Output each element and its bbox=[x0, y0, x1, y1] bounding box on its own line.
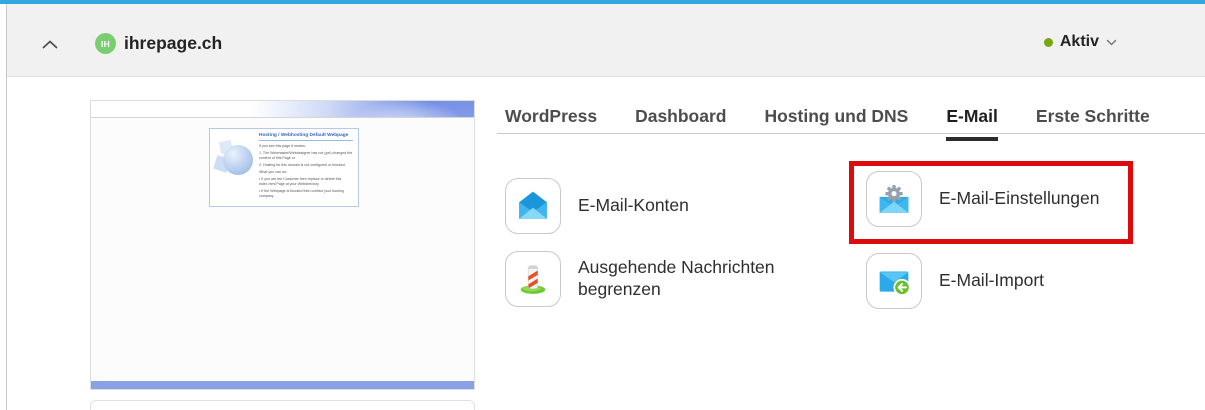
default-webpage-title: Hosting / Webhosting Default Webpage bbox=[259, 133, 353, 141]
collapse-button[interactable] bbox=[37, 31, 63, 57]
tab-hosting-und-dns[interactable]: Hosting und DNS bbox=[764, 106, 908, 133]
action-email-einstellungen[interactable]: E-Mail-Einstellungen bbox=[866, 171, 1100, 227]
next-card-stub bbox=[90, 400, 475, 410]
action-label: E-Mail-Einstellungen bbox=[939, 188, 1100, 210]
preview-text-line: • If you are the Customer then replace o… bbox=[259, 177, 353, 186]
site-preview-thumbnail[interactable]: Hosting / Webhosting Default Webpage If … bbox=[90, 100, 475, 390]
tab-dashboard[interactable]: Dashboard bbox=[635, 106, 726, 133]
tab-email[interactable]: E-Mail bbox=[946, 106, 998, 133]
email-import-icon bbox=[866, 253, 922, 309]
tab-erste-schritte[interactable]: Erste Schritte bbox=[1036, 106, 1150, 133]
preview-footer-bar bbox=[91, 381, 474, 389]
action-label: E-Mail-Konten bbox=[578, 195, 689, 217]
email-accounts-icon bbox=[505, 178, 561, 234]
page-title: ihrepage.ch bbox=[124, 33, 222, 54]
preview-text-line: What you can do: bbox=[259, 170, 353, 175]
default-webpage-text: Hosting / Webhosting Default Webpage If … bbox=[259, 133, 353, 201]
action-label: E-Mail-Import bbox=[939, 270, 1044, 292]
status-badge: Aktiv bbox=[1060, 33, 1099, 51]
avatar: IH bbox=[95, 33, 116, 54]
preview-text-line: If you see this page it means: bbox=[259, 144, 353, 149]
action-ausgehende-nachrichten-begrenzen[interactable]: Ausgehende Nachrichten begrenzen bbox=[505, 251, 788, 307]
preview-header-swoosh bbox=[91, 101, 474, 118]
chevron-up-icon bbox=[42, 37, 58, 52]
domain-panel: IH ihrepage.ch Aktiv Hosting / Webhostin… bbox=[0, 0, 1205, 410]
preview-text-line: 2. Hosting for this domain is not config… bbox=[259, 163, 353, 168]
default-webpage-card: Hosting / Webhosting Default Webpage If … bbox=[209, 128, 359, 207]
action-label: Ausgehende Nachrichten begrenzen bbox=[578, 257, 788, 301]
domain-card-header: IH ihrepage.ch Aktiv bbox=[7, 4, 1205, 77]
status-dot-icon bbox=[1044, 38, 1053, 47]
chevron-down-icon bbox=[1106, 33, 1117, 51]
tab-wordpress[interactable]: WordPress bbox=[505, 106, 597, 133]
globe-icon bbox=[214, 133, 256, 191]
action-email-konten[interactable]: E-Mail-Konten bbox=[505, 178, 689, 234]
action-email-import[interactable]: E-Mail-Import bbox=[866, 253, 1044, 309]
email-settings-icon bbox=[866, 171, 922, 227]
avatar-initials: IH bbox=[101, 39, 110, 49]
preview-text-line: • If the Webpage is blocked then contact… bbox=[259, 189, 353, 198]
preview-text-line: 1. The Webmaster/Webdesigner has not (ye… bbox=[259, 151, 353, 160]
limit-outgoing-messages-icon bbox=[505, 251, 561, 307]
status-dropdown[interactable]: Aktiv bbox=[1044, 33, 1117, 51]
domain-tabs: WordPress Dashboard Hosting und DNS E-Ma… bbox=[497, 100, 1205, 134]
